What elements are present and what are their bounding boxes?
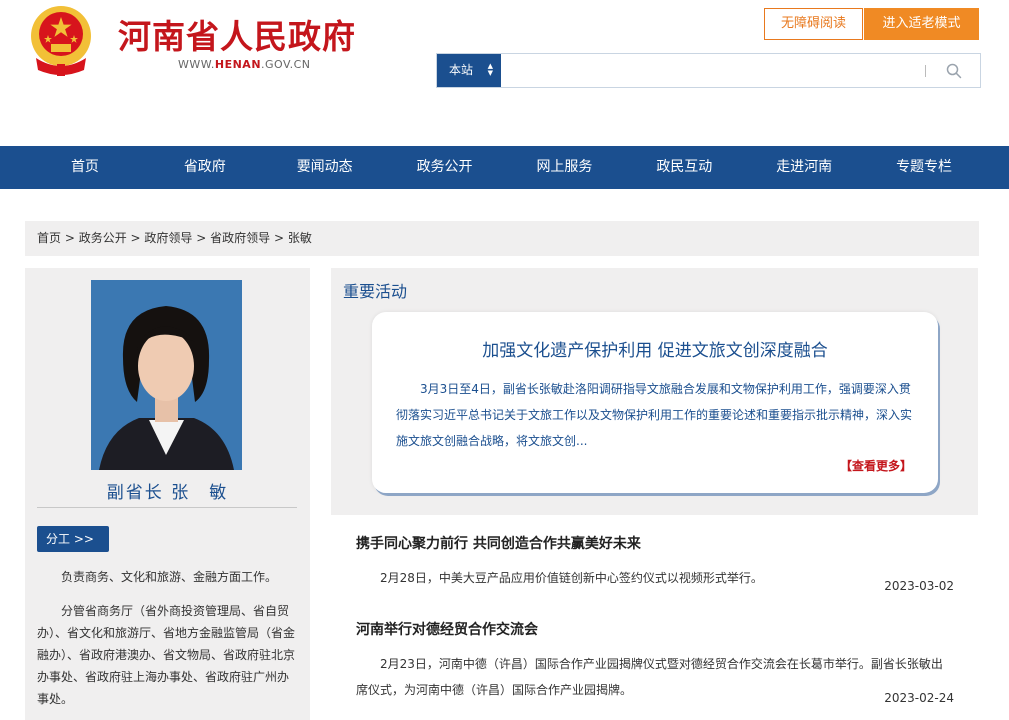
breadcrumb-leaders[interactable]: 政府领导 <box>144 231 192 245</box>
accessible-reading-button[interactable]: 无障碍阅读 <box>764 8 863 40</box>
nav-item-special-topics[interactable]: 专题专栏 <box>864 146 984 189</box>
featured-activity-card: 加强文化遗产保护利用 促进文旅文创深度融合 3月3日至4日，副省长张敏赴洛阳调研… <box>372 312 938 493</box>
nav-item-interaction[interactable]: 政民互动 <box>624 146 744 189</box>
nav-item-home[interactable]: 首页 <box>25 146 145 189</box>
search-scope-label: 本站 <box>449 63 474 77</box>
breadcrumb-separator: > <box>61 231 79 245</box>
site-url-prefix: WWW. <box>178 58 215 71</box>
nav-item-government-affairs[interactable]: 政务公开 <box>385 146 505 189</box>
search-divider <box>925 65 926 77</box>
duty-details: 分管省商务厅（省外商投资管理局、省自贸办）、省文化和旅游厅、省地方金融监管局（省… <box>37 604 296 706</box>
site-header: 河南省人民政府 WWW.HENAN.GOV.CN 无障碍阅读 进入适老模式 本站… <box>0 0 1009 146</box>
search-icon[interactable] <box>945 62 963 80</box>
leader-portrait <box>91 280 242 470</box>
site-url-brand: HENAN <box>214 58 262 71</box>
news-summary: 2月28日，中美大豆产品应用价值链创新中心签约仪式以视频形式举行。 <box>380 571 763 585</box>
news-list: 携手同心聚力前行 共同创造合作共赢美好未来 2月28日，中美大豆产品应用价值链创… <box>331 515 978 720</box>
nav-item-about-henan[interactable]: 走进河南 <box>744 146 864 189</box>
nav-item-news[interactable]: 要闻动态 <box>265 146 385 189</box>
site-url: WWW.HENAN.GOV.CN <box>178 58 311 71</box>
main-nav: 首页 省政府 要闻动态 政务公开 网上服务 政民互动 走进河南 专题专栏 <box>0 146 1009 189</box>
news-title[interactable]: 携手同心聚力前行 共同创造合作共赢美好未来 <box>356 533 956 553</box>
national-emblem-icon <box>31 6 91 76</box>
list-item: 河南举行对德经贸合作交流会 2月23日，河南中德（许昌）国际合作产业园揭牌仪式暨… <box>356 619 956 705</box>
duty-summary: 负责商务、文化和旅游、金融方面工作。 <box>61 570 278 584</box>
elder-mode-button[interactable]: 进入适老模式 <box>864 8 979 40</box>
list-item: 携手同心聚力前行 共同创造合作共赢美好未来 2月28日，中美大豆产品应用价值链创… <box>356 533 956 593</box>
breadcrumb: 首页 > 政务公开 > 政府领导 > 省政府领导 > 张敏 <box>25 221 979 256</box>
breadcrumb-separator: > <box>192 231 211 245</box>
nav-item-online-services[interactable]: 网上服务 <box>505 146 625 189</box>
news-title[interactable]: 河南举行对德经贸合作交流会 <box>356 619 956 639</box>
search-input[interactable] <box>501 54 921 87</box>
activities-panel: 重要活动 加强文化遗产保护利用 促进文旅文创深度融合 3月3日至4日，副省长张敏… <box>331 268 978 720</box>
sort-caret-icon: ▲ ▼ <box>487 62 493 77</box>
view-more-link[interactable]: 【查看更多】 <box>840 457 912 474</box>
featured-activity-summary: 3月3日至4日，副省长张敏赴洛阳调研指导文旅融合发展和文物保护利用工作，强调要深… <box>396 382 913 448</box>
leader-profile-panel: 副省长 张 敏 分工 >> 负责商务、文化和旅游、金融方面工作。 分管省商务厅（… <box>25 268 310 720</box>
breadcrumb-home[interactable]: 首页 <box>37 231 61 245</box>
duty-tab-button[interactable]: 分工 >> <box>37 526 109 552</box>
nav-item-provincial-government[interactable]: 省政府 <box>145 146 265 189</box>
divider <box>37 507 297 508</box>
breadcrumb-separator: > <box>270 231 288 245</box>
breadcrumb-provincial-leaders[interactable]: 省政府领导 <box>210 231 270 245</box>
search-bar: 本站 ▲ ▼ <box>436 53 981 88</box>
news-date: 2023-03-02 <box>884 579 954 593</box>
breadcrumb-separator: > <box>126 231 145 245</box>
leader-title: 副省长 张 敏 <box>106 483 229 503</box>
news-date: 2023-02-24 <box>884 691 954 705</box>
site-url-suffix: .GOV.CN <box>261 58 311 71</box>
activities-heading: 重要活动 <box>343 282 408 301</box>
breadcrumb-current: 张敏 <box>287 231 312 245</box>
search-scope-select[interactable]: 本站 ▲ ▼ <box>437 54 501 87</box>
site-title[interactable]: 河南省人民政府 <box>118 10 356 58</box>
news-summary: 2月23日，河南中德（许昌）国际合作产业园揭牌仪式暨对德经贸合作交流会在长葛市举… <box>356 657 943 697</box>
featured-activity-title[interactable]: 加强文化遗产保护利用 促进文旅文创深度融合 <box>372 336 938 361</box>
breadcrumb-government-affairs[interactable]: 政务公开 <box>79 231 127 245</box>
